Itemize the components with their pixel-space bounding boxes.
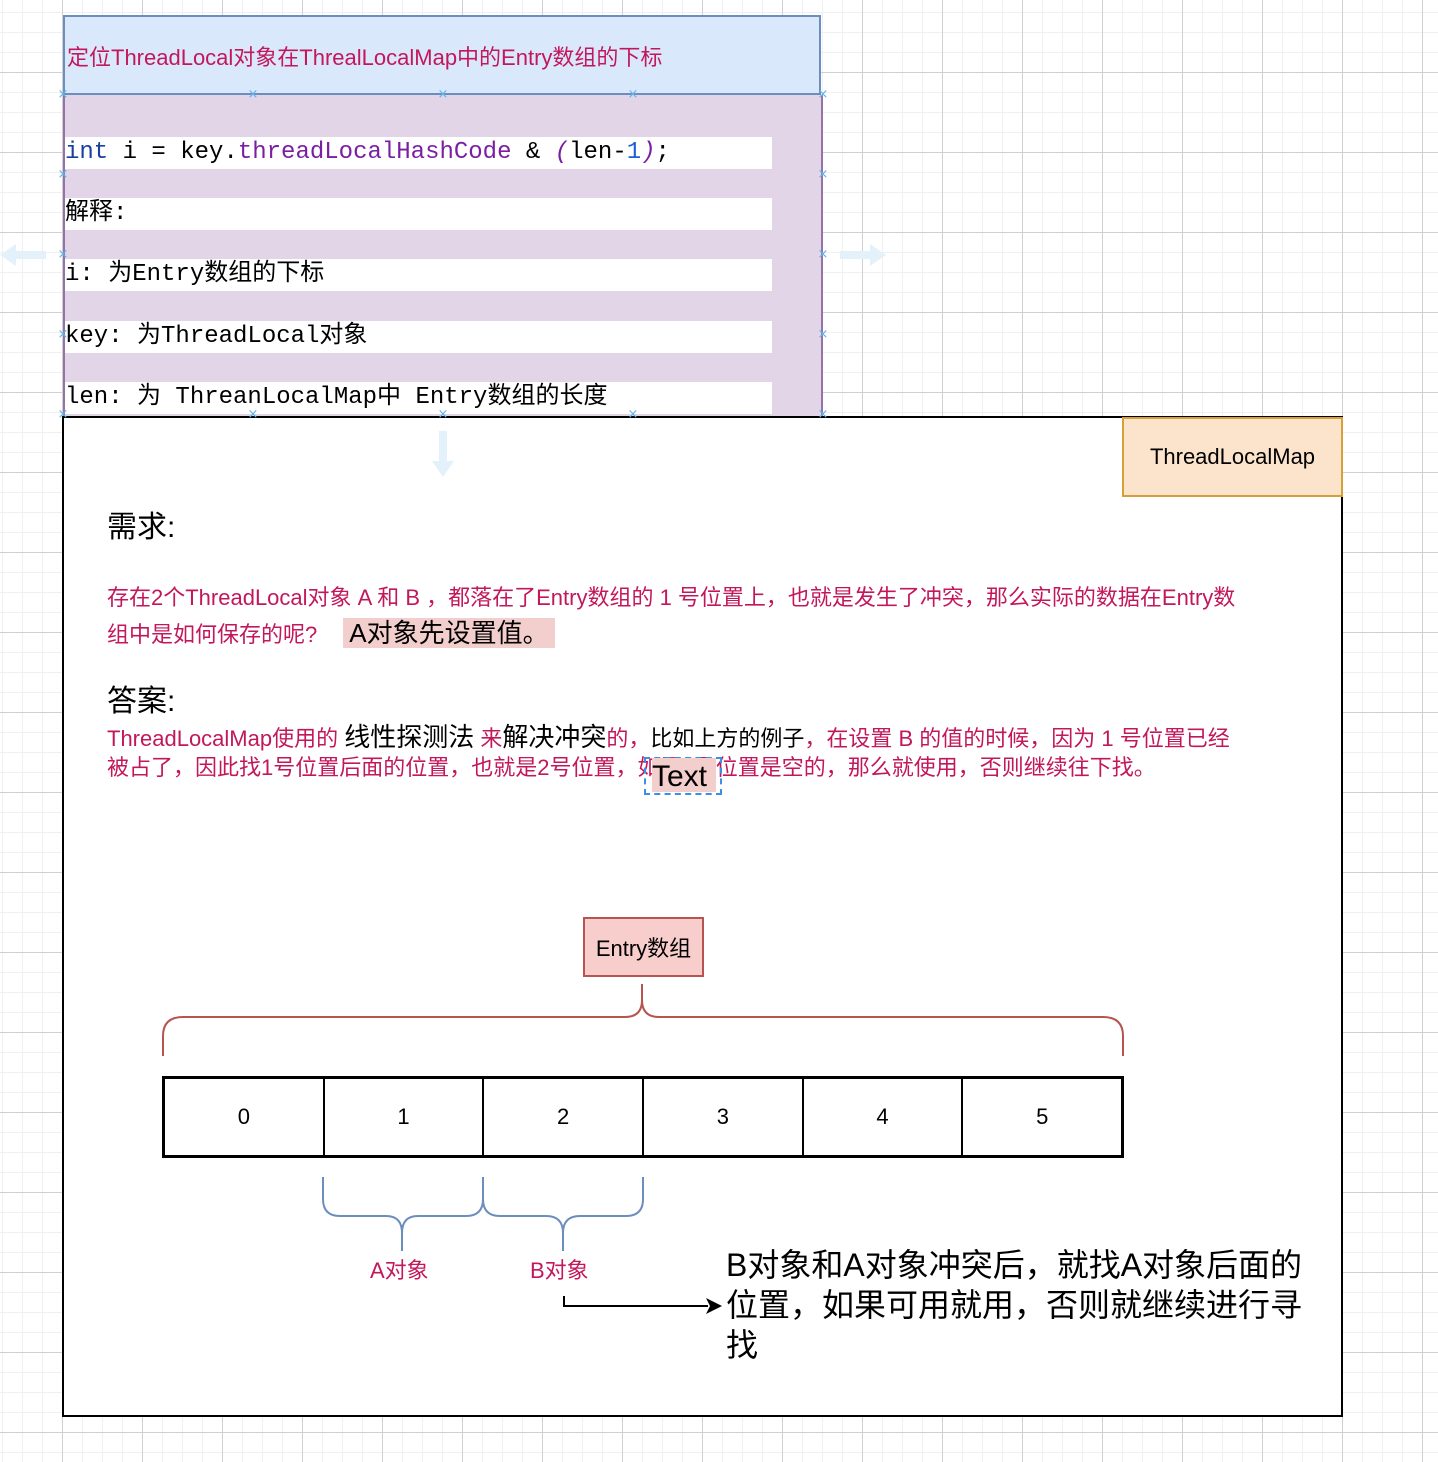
handle-icon[interactable]: × [817, 88, 829, 101]
array-cell[interactable]: 5 [963, 1079, 1121, 1155]
code-field: threadLocalHashCode [237, 139, 512, 166]
brace-a-object [322, 1177, 484, 1251]
move-down-arrow-icon[interactable] [428, 430, 458, 478]
explanation-text: B对象和A对象冲突后，就找A对象后面的位置，如果可用就用，否则就继续进行寻找 [726, 1247, 1303, 1363]
array-cell[interactable]: 2 [484, 1079, 645, 1155]
code-len: len- [569, 139, 627, 166]
explain-len: len: 为 ThreanLocalMap中 Entry数组的长度 [65, 382, 772, 414]
handle-icon[interactable]: × [817, 168, 829, 181]
handle-icon[interactable]: × [57, 408, 69, 421]
requirement-highlight[interactable]: A对象先设置值。 [343, 618, 555, 648]
code-statement: int i = key.threadLocalHashCode & (len-1… [65, 137, 772, 169]
requirement-question: 组中是如何保存的呢? [107, 622, 318, 647]
array-cell[interactable]: 4 [804, 1079, 964, 1155]
entry-array: 0 1 2 3 4 5 [162, 1076, 1124, 1158]
a-object-label: A对象 [370, 1258, 429, 1283]
handle-icon[interactable]: × [437, 408, 449, 421]
connector-arrow-icon[interactable] [556, 1292, 728, 1318]
handle-icon[interactable]: × [817, 328, 829, 341]
requirement-heading: 需求: [107, 511, 176, 544]
handle-icon[interactable]: × [437, 88, 449, 101]
answer-example: 比如上方的例子 [650, 726, 805, 751]
handle-icon[interactable]: × [817, 248, 829, 261]
handle-icon[interactable]: × [627, 88, 639, 101]
answer-heading: 答案: [107, 685, 176, 718]
b-object-label: B对象 [530, 1258, 589, 1283]
answer-text: 的， [606, 726, 651, 751]
entry-array-label[interactable]: Entry数组 [583, 917, 704, 977]
requirement-text-line1: 存在2个ThreadLocal对象 A 和 B ，都落在了Entry数组的 1 … [107, 585, 1236, 610]
answer-line2: 被占了，因此找1号位置后面的位置，也就是2号位置，如果2号位置是空的，那么就使用… [107, 755, 1156, 780]
handle-icon[interactable]: × [247, 88, 259, 101]
explain-key: key: 为ThreadLocal对象 [65, 321, 772, 353]
handle-icon[interactable]: × [57, 168, 69, 181]
code-number: 1 [626, 139, 642, 166]
code-keyword-int: int [65, 139, 109, 166]
handle-icon[interactable]: × [57, 248, 69, 261]
handle-icon[interactable]: × [817, 408, 829, 421]
handle-icon[interactable]: × [57, 328, 69, 341]
text-placeholder[interactable]: Text [652, 758, 716, 793]
move-left-arrow-icon[interactable] [0, 240, 48, 270]
title-text: 定位ThreadLocal对象在ThrealLocalMap中的Entry数组的… [67, 45, 663, 70]
code-paren-close: ) [641, 139, 656, 166]
code-paren-open: ( [554, 139, 570, 166]
code-var: i = key. [108, 139, 238, 166]
object-braces [322, 1177, 644, 1251]
answer-linear-probing: 线性探测法 [344, 722, 475, 752]
brace-b-object [482, 1177, 644, 1251]
answer-resolve-conflict: 解决冲突 [502, 722, 607, 752]
explain-heading: 解释: [65, 198, 772, 230]
handle-icon[interactable]: × [247, 408, 259, 421]
requirement-text-line2: 组中是如何保存的呢? A对象先设置值。 [107, 616, 555, 652]
code-semicolon: ; [655, 139, 670, 166]
answer-text: ，在设置 B 的值的时候，因为 1 号位置已经 [804, 726, 1230, 751]
answer-text: ThreadLocalMap使用的 [107, 726, 345, 751]
explain-i: i: 为Entry数组的下标 [65, 259, 772, 291]
array-cell[interactable]: 0 [165, 1079, 325, 1155]
handle-icon[interactable]: × [627, 408, 639, 421]
entry-array-brace [162, 984, 1124, 1056]
handle-icon[interactable]: × [57, 88, 69, 101]
code-op: & [511, 139, 555, 166]
move-right-arrow-icon[interactable] [838, 240, 886, 270]
threadlocalmap-badge[interactable]: ThreadLocalMap [1122, 417, 1343, 497]
array-cell[interactable]: 1 [325, 1079, 485, 1155]
answer-text: 来 [474, 726, 503, 751]
array-cell[interactable]: 3 [644, 1079, 804, 1155]
